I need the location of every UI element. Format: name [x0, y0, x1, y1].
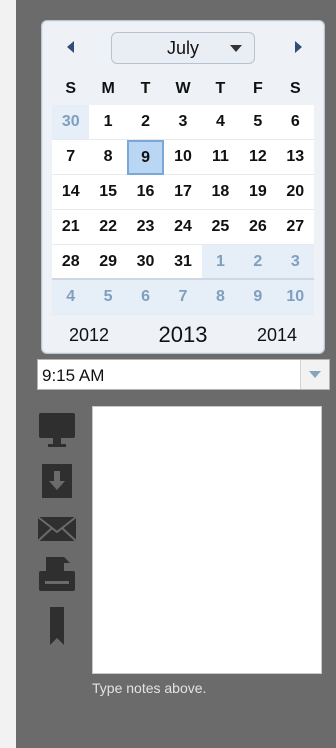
- calendar-day[interactable]: 7: [52, 140, 90, 175]
- calendar-day[interactable]: 6: [126, 280, 165, 315]
- calendar-day[interactable]: 15: [89, 175, 127, 210]
- print-icon[interactable]: [37, 555, 77, 595]
- weekday-label: M: [101, 80, 115, 97]
- notes-hint: Type notes above.: [92, 680, 207, 696]
- calendar-day[interactable]: 4: [201, 105, 240, 140]
- calendar-day[interactable]: 27: [276, 210, 314, 245]
- calendar-day[interactable]: 19: [239, 175, 277, 210]
- time-value: 9:15 AM: [42, 366, 105, 385]
- chevron-down-icon: [309, 371, 321, 378]
- calendar-day[interactable]: 7: [164, 280, 202, 315]
- calendar-day[interactable]: 9: [126, 140, 165, 175]
- calendar-day[interactable]: 4: [52, 280, 90, 315]
- next-month-button[interactable]: [288, 37, 308, 57]
- year-current[interactable]: 2013: [136, 322, 230, 348]
- weekday-row: S M T W T F S: [52, 77, 314, 101]
- notes-textarea[interactable]: [92, 406, 322, 674]
- calendar-day[interactable]: 17: [164, 175, 202, 210]
- calendar-day[interactable]: 26: [239, 210, 277, 245]
- month-select[interactable]: July: [111, 32, 255, 64]
- calendar-day[interactable]: 30: [52, 105, 90, 140]
- calendar-day[interactable]: 28: [52, 245, 90, 280]
- year-row: 2012 2013 2014: [42, 317, 324, 353]
- calendar-day[interactable]: 10: [276, 280, 314, 315]
- calendar-day[interactable]: 12: [239, 140, 277, 175]
- weekday-label: S: [289, 80, 301, 97]
- chevron-right-icon: [294, 41, 302, 53]
- time-select[interactable]: 9:15 AM: [37, 359, 330, 390]
- bookmark-icon[interactable]: [37, 606, 77, 646]
- calendar-day[interactable]: 6: [276, 105, 314, 140]
- calendar-day[interactable]: 21: [52, 210, 90, 245]
- weekday-label: T: [140, 80, 151, 97]
- chevron-down-icon: [230, 45, 242, 52]
- calendar-header: July: [42, 21, 324, 71]
- calendar-day[interactable]: 20: [276, 175, 314, 210]
- calendar-day[interactable]: 8: [201, 280, 240, 315]
- calendar-day[interactable]: 1: [201, 245, 240, 280]
- year-next[interactable]: 2014: [230, 325, 324, 346]
- weekday-label: F: [252, 80, 263, 97]
- day-grid: 30 1 2 3 4 5 6 7 8 9 10 11 12 13 14 15 16 17 18 19 20 21 22 23 2…: [52, 105, 314, 315]
- calendar-day[interactable]: 3: [164, 105, 202, 140]
- year-prev[interactable]: 2012: [42, 325, 136, 346]
- calendar-day[interactable]: 9: [239, 280, 277, 315]
- weekday-label: T: [215, 80, 226, 97]
- mail-icon[interactable]: [37, 509, 77, 549]
- monitor-icon[interactable]: [37, 410, 77, 450]
- calendar-day[interactable]: 3: [276, 245, 314, 280]
- calendar-day[interactable]: 5: [239, 105, 277, 140]
- calendar-day[interactable]: 2: [126, 105, 165, 140]
- month-label: July: [166, 37, 199, 58]
- calendar-day[interactable]: 29: [89, 245, 127, 280]
- calendar-day[interactable]: 22: [89, 210, 127, 245]
- chevron-left-icon: [66, 41, 74, 53]
- weekday-label: W: [175, 80, 191, 97]
- calendar-day[interactable]: 25: [201, 210, 240, 245]
- calendar-day[interactable]: 11: [201, 140, 240, 175]
- left-strip: [0, 0, 16, 748]
- calendar-day[interactable]: 8: [89, 140, 127, 175]
- calendar: July S M T W T F S 30 1 2 3 4 5 6 7 8 9 10 11 12 13 14…: [41, 20, 325, 354]
- calendar-day[interactable]: 10: [164, 140, 202, 175]
- calendar-day[interactable]: 1: [89, 105, 127, 140]
- calendar-day[interactable]: 14: [52, 175, 90, 210]
- calendar-day[interactable]: 18: [201, 175, 240, 210]
- weekday-label: S: [65, 80, 77, 97]
- calendar-day[interactable]: 24: [164, 210, 202, 245]
- calendar-day[interactable]: 2: [239, 245, 277, 280]
- time-dropdown-button[interactable]: [300, 360, 329, 389]
- calendar-day[interactable]: 23: [126, 210, 165, 245]
- calendar-day[interactable]: 31: [164, 245, 202, 280]
- download-icon[interactable]: [37, 461, 77, 501]
- calendar-day[interactable]: 30: [126, 245, 165, 280]
- calendar-day[interactable]: 16: [126, 175, 165, 210]
- calendar-day[interactable]: 5: [89, 280, 127, 315]
- prev-month-button[interactable]: [60, 37, 80, 57]
- calendar-day[interactable]: 13: [276, 140, 314, 175]
